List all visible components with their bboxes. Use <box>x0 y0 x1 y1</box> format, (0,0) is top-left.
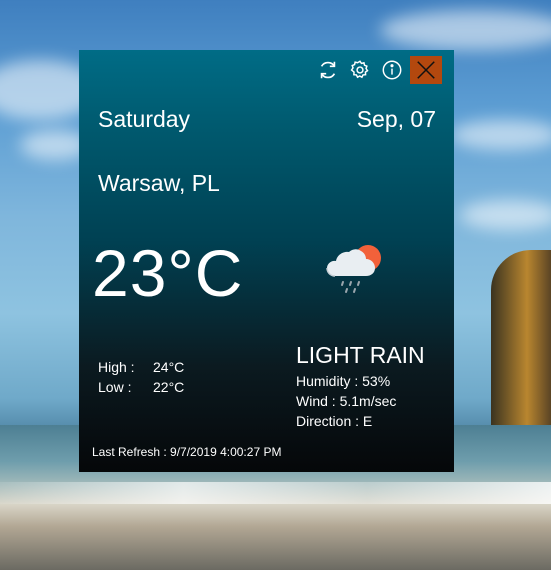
location-label: Warsaw, PL <box>98 170 220 196</box>
low-row: Low : 22°C <box>98 377 184 397</box>
gear-icon <box>350 60 369 79</box>
day-label: Saturday <box>98 106 191 132</box>
low-label: Low : <box>98 379 132 395</box>
temperature-range: High : 24°C Low : 22°C <box>98 357 184 397</box>
current-temperature: 23°C <box>92 236 244 310</box>
rain-cloud-sun-icon <box>323 238 393 308</box>
info-icon <box>382 60 402 80</box>
close-icon <box>417 61 435 79</box>
close-button[interactable] <box>410 56 442 84</box>
wind-label: Wind : 5.1m/sec <box>296 393 397 409</box>
low-value: 22°C <box>153 379 185 395</box>
direction-label: Direction : E <box>296 413 373 429</box>
settings-button[interactable] <box>346 57 374 83</box>
high-value: 24°C <box>153 359 185 375</box>
last-refresh-label: Last Refresh : 9/7/2019 4:00:27 PM <box>92 445 282 459</box>
conditions-panel: LIGHT RAIN Humidity : 53% Wind : 5.1m/se… <box>296 342 425 431</box>
high-row: High : 24°C <box>98 357 184 377</box>
refresh-button[interactable] <box>314 57 342 83</box>
humidity-label: Humidity : 53% <box>296 373 391 389</box>
condition-title: LIGHT RAIN <box>296 342 425 368</box>
refresh-icon <box>320 61 336 79</box>
date-label: Sep, 07 <box>356 106 436 132</box>
weather-widget: Saturday Sep, 07 Warsaw, PL 23°C High : … <box>79 50 454 472</box>
info-button[interactable] <box>378 57 406 83</box>
high-label: High : <box>98 359 135 375</box>
toolbar <box>310 56 442 84</box>
